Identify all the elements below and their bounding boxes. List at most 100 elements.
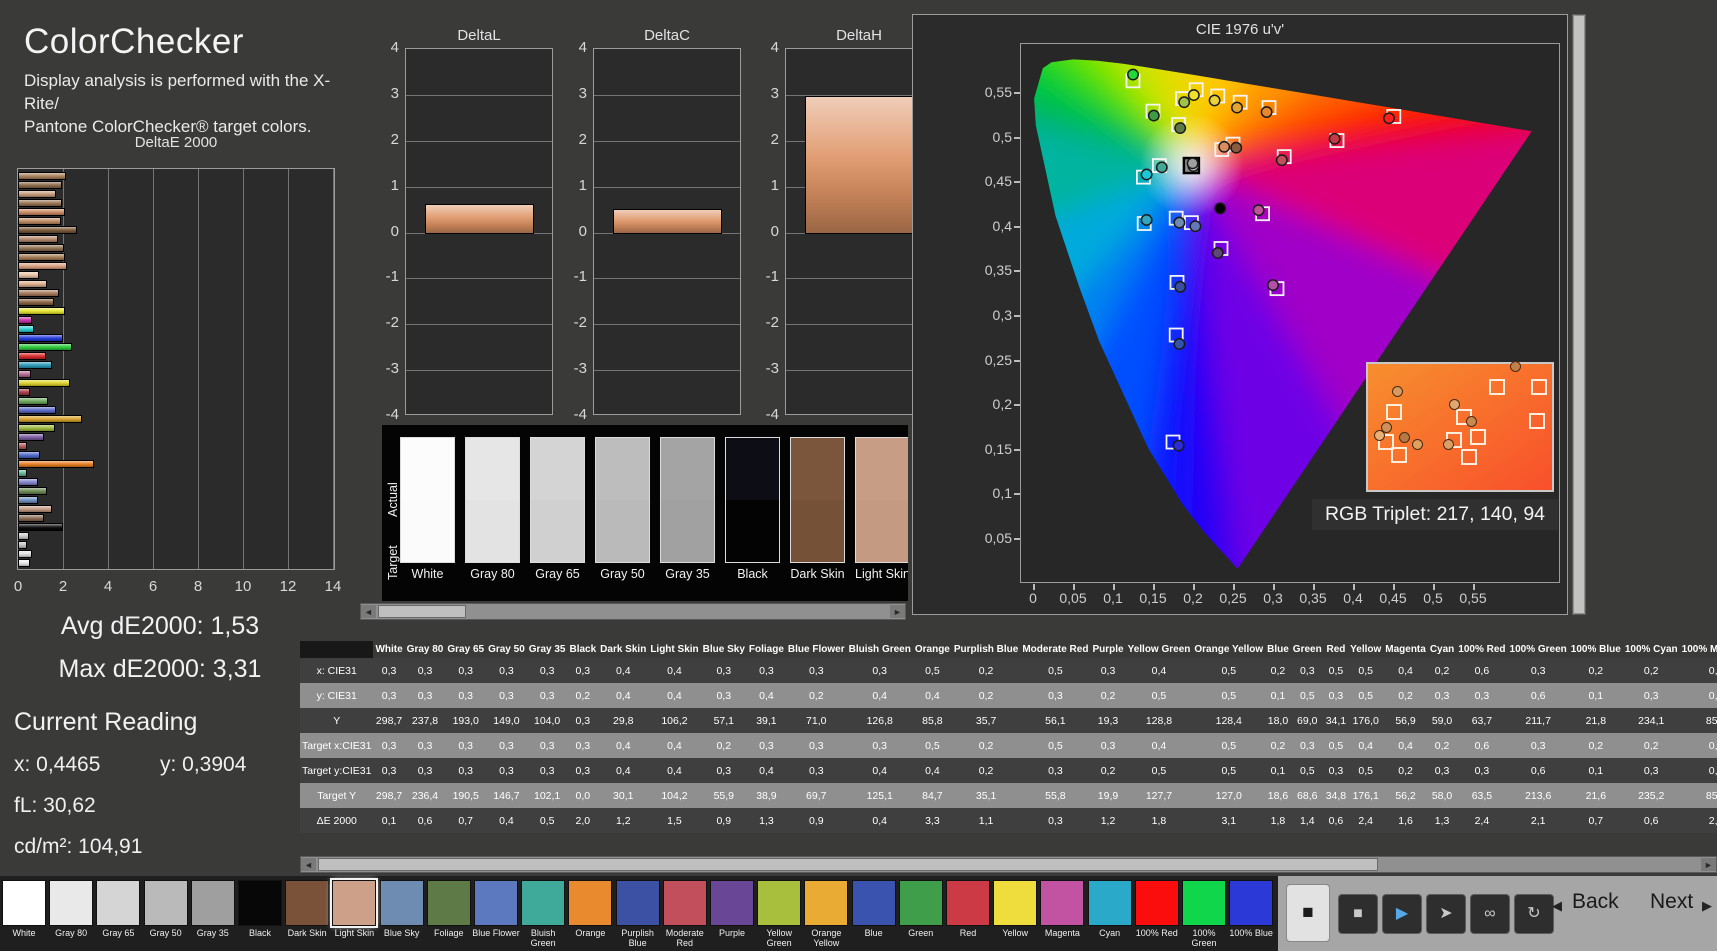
table-row-label: Target x:CIE31 <box>302 739 372 752</box>
cie-tick <box>1473 584 1475 590</box>
strip-swatch-gray-50[interactable] <box>595 437 650 563</box>
toolbar-swatch-gray-35[interactable] <box>190 880 235 926</box>
cie-tick <box>1433 584 1435 590</box>
cie-measured-marker <box>1174 122 1187 135</box>
toolbar-swatch-label: 100% Blue <box>1229 928 1273 938</box>
toolbar-swatch-100--blue[interactable] <box>1229 880 1274 926</box>
toolbar-swatch-orange-yellow[interactable] <box>804 880 849 926</box>
table-value-cell: 2,4 <box>1358 814 1373 827</box>
table-value-cell: 0,2 <box>978 739 994 752</box>
cie-tick <box>1193 584 1195 590</box>
strip-swatch-black[interactable] <box>725 437 780 563</box>
delta-e-bar <box>18 451 41 460</box>
table-value-cell: 0,4 <box>1358 739 1373 752</box>
next-button[interactable]: Next <box>1650 890 1693 914</box>
delta-e-bar <box>18 235 59 244</box>
cie-measured-marker <box>1211 247 1224 259</box>
strip-swatch-light-skin[interactable] <box>855 437 908 563</box>
cie-tick <box>1153 584 1155 590</box>
cie-x-tick-label: 0,05 <box>1059 590 1087 606</box>
refresh-button[interactable]: ↻ <box>1514 894 1554 934</box>
table-value-cell: 0,5 <box>925 664 940 677</box>
toolbar-swatch-red[interactable] <box>946 880 990 926</box>
toolbar-swatch-purplish-blue[interactable] <box>615 880 660 926</box>
table-value-cell: 0,2 <box>978 689 994 702</box>
toolbar-swatch-moderate-red[interactable] <box>662 880 707 926</box>
table-value-cell: 0,3 <box>1474 689 1490 702</box>
axis-tick-label: 1 <box>578 176 587 194</box>
scrollbar-left-arrow-icon[interactable]: ◄ <box>361 605 376 618</box>
table-column-header: Green <box>1292 644 1322 655</box>
table-scrollbar[interactable]: ◄ ► <box>300 856 1717 873</box>
toolbar-swatch-gray-80[interactable] <box>49 880 94 926</box>
toolbar-swatch-blue-sky[interactable] <box>379 880 424 926</box>
play-button[interactable]: ▶ <box>1382 894 1422 934</box>
scrollbar-right-arrow-icon[interactable]: ► <box>890 605 905 618</box>
table-value-cell: 0,3 <box>1530 664 1546 677</box>
toolbar-swatch-100--green[interactable] <box>1182 880 1226 926</box>
toolbar-swatch-label: 100% Green <box>1191 928 1217 948</box>
toolbar-swatch-black[interactable] <box>238 880 282 926</box>
axis-tick-label: 1 <box>390 176 399 194</box>
axis-tick-label: 2 <box>58 578 68 595</box>
strip-swatch-gray-65[interactable] <box>530 437 585 563</box>
scrollbar-right-arrow-icon[interactable]: ► <box>1701 858 1716 871</box>
delta-e-bar <box>18 406 56 415</box>
table-value-cell: 59,0 <box>1431 714 1453 727</box>
toolbar-swatch-gray-65[interactable] <box>96 880 141 926</box>
stop-button[interactable]: ■ <box>1338 894 1378 934</box>
toolbar-swatch-dark-skin[interactable] <box>285 880 330 926</box>
toolbar-swatch-yellow-green[interactable] <box>757 880 802 926</box>
axis-tick-label: 0 <box>13 578 23 595</box>
table-value-cell: 30,1 <box>613 789 634 802</box>
cie-vertical-scrollbar-thumb[interactable] <box>1574 16 1584 613</box>
cie-measured-marker <box>1140 168 1153 181</box>
toolbar-swatch-magenta[interactable] <box>1040 880 1085 926</box>
table-value-cell: 0,4 <box>615 764 631 777</box>
axis-tick-label: 0 <box>390 222 399 240</box>
toolbar-swatch-100--red[interactable] <box>1134 880 1179 926</box>
table-value-cell: 57,1 <box>713 714 734 727</box>
scrollbar-thumb[interactable] <box>378 605 466 618</box>
table-value-cell: 298,7 <box>375 789 403 802</box>
toolbar-swatch-orange[interactable] <box>568 880 613 926</box>
cie-vertical-scrollbar[interactable] <box>1572 14 1586 615</box>
toolbar-swatch-cyan[interactable] <box>1087 880 1132 926</box>
cie-x-tick-label: 0,25 <box>1219 590 1247 606</box>
subtitle-line1: Display analysis is performed with the X… <box>24 71 331 113</box>
back-button[interactable]: Back <box>1572 890 1619 914</box>
scrollbar-left-arrow-icon[interactable]: ◄ <box>301 858 316 871</box>
gridline <box>786 370 932 372</box>
strip-swatch-gray-35[interactable] <box>660 437 715 563</box>
table-value-cell: 0,3 <box>539 664 555 677</box>
toolbar-swatch-gray-50[interactable] <box>143 880 188 926</box>
toolbar-swatch-blue[interactable] <box>851 880 896 926</box>
strip-swatch-dark-skin[interactable] <box>790 437 845 563</box>
table-value-cell: 0,5 <box>1328 664 1344 677</box>
toolbar-swatch-green[interactable] <box>898 880 943 926</box>
cie-x-tick-label: 0,5 <box>1423 590 1443 606</box>
swatch-strip-scrollbar[interactable]: ◄ ► <box>360 603 906 620</box>
toolbar-swatch-white[interactable] <box>2 880 46 926</box>
table-value-cell: 18,0 <box>1267 714 1289 727</box>
toolbar-swatch-blue-flower[interactable] <box>474 880 518 926</box>
toolbar-swatch-yellow[interactable] <box>993 880 1038 926</box>
table-value-cell: 0,3 <box>1100 664 1116 677</box>
strip-swatch-gray-80[interactable] <box>465 437 520 563</box>
pattern-window-button[interactable]: ■ <box>1286 884 1330 942</box>
toolbar-swatch-foliage[interactable] <box>426 880 471 926</box>
table-value-cell: 2,1 <box>1530 814 1546 827</box>
step-forward-button[interactable]: ➤ <box>1426 894 1466 934</box>
cie-tick <box>1033 584 1035 590</box>
scrollbar-thumb[interactable] <box>318 858 1378 871</box>
toolbar-swatch-bluish-green[interactable] <box>521 880 566 926</box>
loop-button[interactable]: ∞ <box>1470 894 1510 934</box>
cie-measured-marker <box>1230 141 1243 154</box>
cie-inset-target-marker <box>1531 378 1548 395</box>
toolbar-swatch-light-skin[interactable] <box>330 878 379 928</box>
table-value-cell: 149,0 <box>493 714 520 727</box>
cie-inset-measured-marker <box>1509 361 1521 373</box>
table-value-cell: 1,5 <box>667 814 682 827</box>
strip-swatch-white[interactable] <box>400 437 455 563</box>
toolbar-swatch-purple[interactable] <box>710 880 754 926</box>
